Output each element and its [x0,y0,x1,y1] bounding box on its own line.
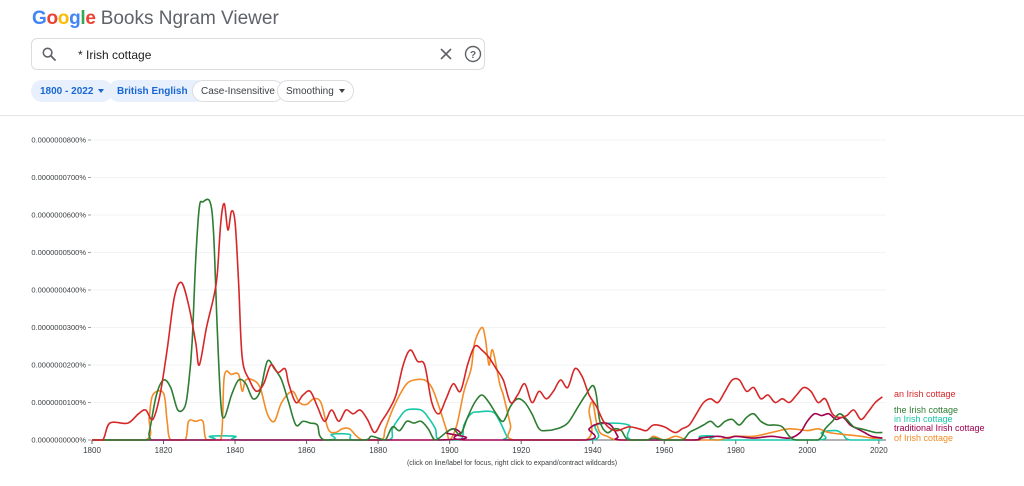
series-line-the-irish-cottage[interactable] [92,198,883,441]
x-tick-label: 1940 [584,446,602,455]
x-tick-label: 1980 [727,446,745,455]
y-tick-label: 0.0000000400% [31,286,86,295]
help-icon[interactable]: ? [464,45,482,63]
corpus-label: British English [117,85,188,97]
search-icon [42,47,56,61]
y-tick-label: 0.0000000800% [31,136,86,145]
logo-title: Books Ngram Viewer [100,8,279,29]
case-insensitive-label: Case-Insensitive [201,85,275,97]
series-line-in-irish-cottage[interactable] [92,408,883,441]
y-tick-label: 0.0000000600% [31,211,86,220]
logo-letter: G [32,8,47,29]
chevron-down-icon [338,89,345,93]
header: Google Books Ngram Viewer ? 1800 - 2022 … [0,0,1024,116]
x-tick-label: 1900 [441,446,459,455]
ngram-chart[interactable]: 0.0000000000% 0.0000000100% 0.0000000200% 0… [0,115,1024,460]
series-label[interactable]: of Irish cottage [894,433,953,443]
x-tick-label: 1820 [155,446,173,455]
close-icon[interactable] [439,47,453,61]
logo-letter: o [46,8,58,29]
series-line-an-irish-cottage[interactable] [92,202,883,441]
x-tick-label: 1860 [298,446,316,455]
y-tick-label: 0.0000000000% [31,436,86,445]
logo[interactable]: Google Books Ngram Viewer [32,8,279,30]
x-tick-label: 1840 [226,446,244,455]
x-tick-label: 1880 [369,446,387,455]
chevron-down-icon [98,89,105,93]
x-tick-label: 1920 [512,446,530,455]
y-tick-label: 0.0000000500% [31,248,86,257]
x-tick-label: 2020 [870,446,888,455]
logo-letter: o [57,8,70,29]
chart-hint: (click on line/label for focus, right cl… [406,460,618,467]
y-tick-label: 0.0000000300% [31,323,86,332]
series-label[interactable]: an Irish cottage [894,389,956,399]
smoothing-label: Smoothing [286,85,334,97]
y-tick-label: 0.0000000700% [31,173,86,182]
logo-letter: e [85,8,96,29]
logo-letter: g [69,8,81,29]
y-tick-label: 0.0000000100% [31,398,86,407]
y-tick-label: 0.0000000200% [31,361,86,370]
svg-text:?: ? [470,50,476,61]
x-tick-label: 1960 [655,446,673,455]
search-box[interactable]: ? [31,38,485,70]
series-label[interactable]: traditional Irish cottage [894,423,985,433]
logo-google: Google [32,8,96,30]
x-tick-label: 2000 [798,446,816,455]
year-range-dropdown[interactable]: 1800 - 2022 [31,80,114,102]
case-insensitive-toggle[interactable]: Case-Insensitive [192,80,284,102]
x-tick-label: 1800 [83,446,101,455]
smoothing-dropdown[interactable]: Smoothing [277,80,354,102]
search-input[interactable] [78,45,448,65]
year-range-label: 1800 - 2022 [40,85,94,97]
